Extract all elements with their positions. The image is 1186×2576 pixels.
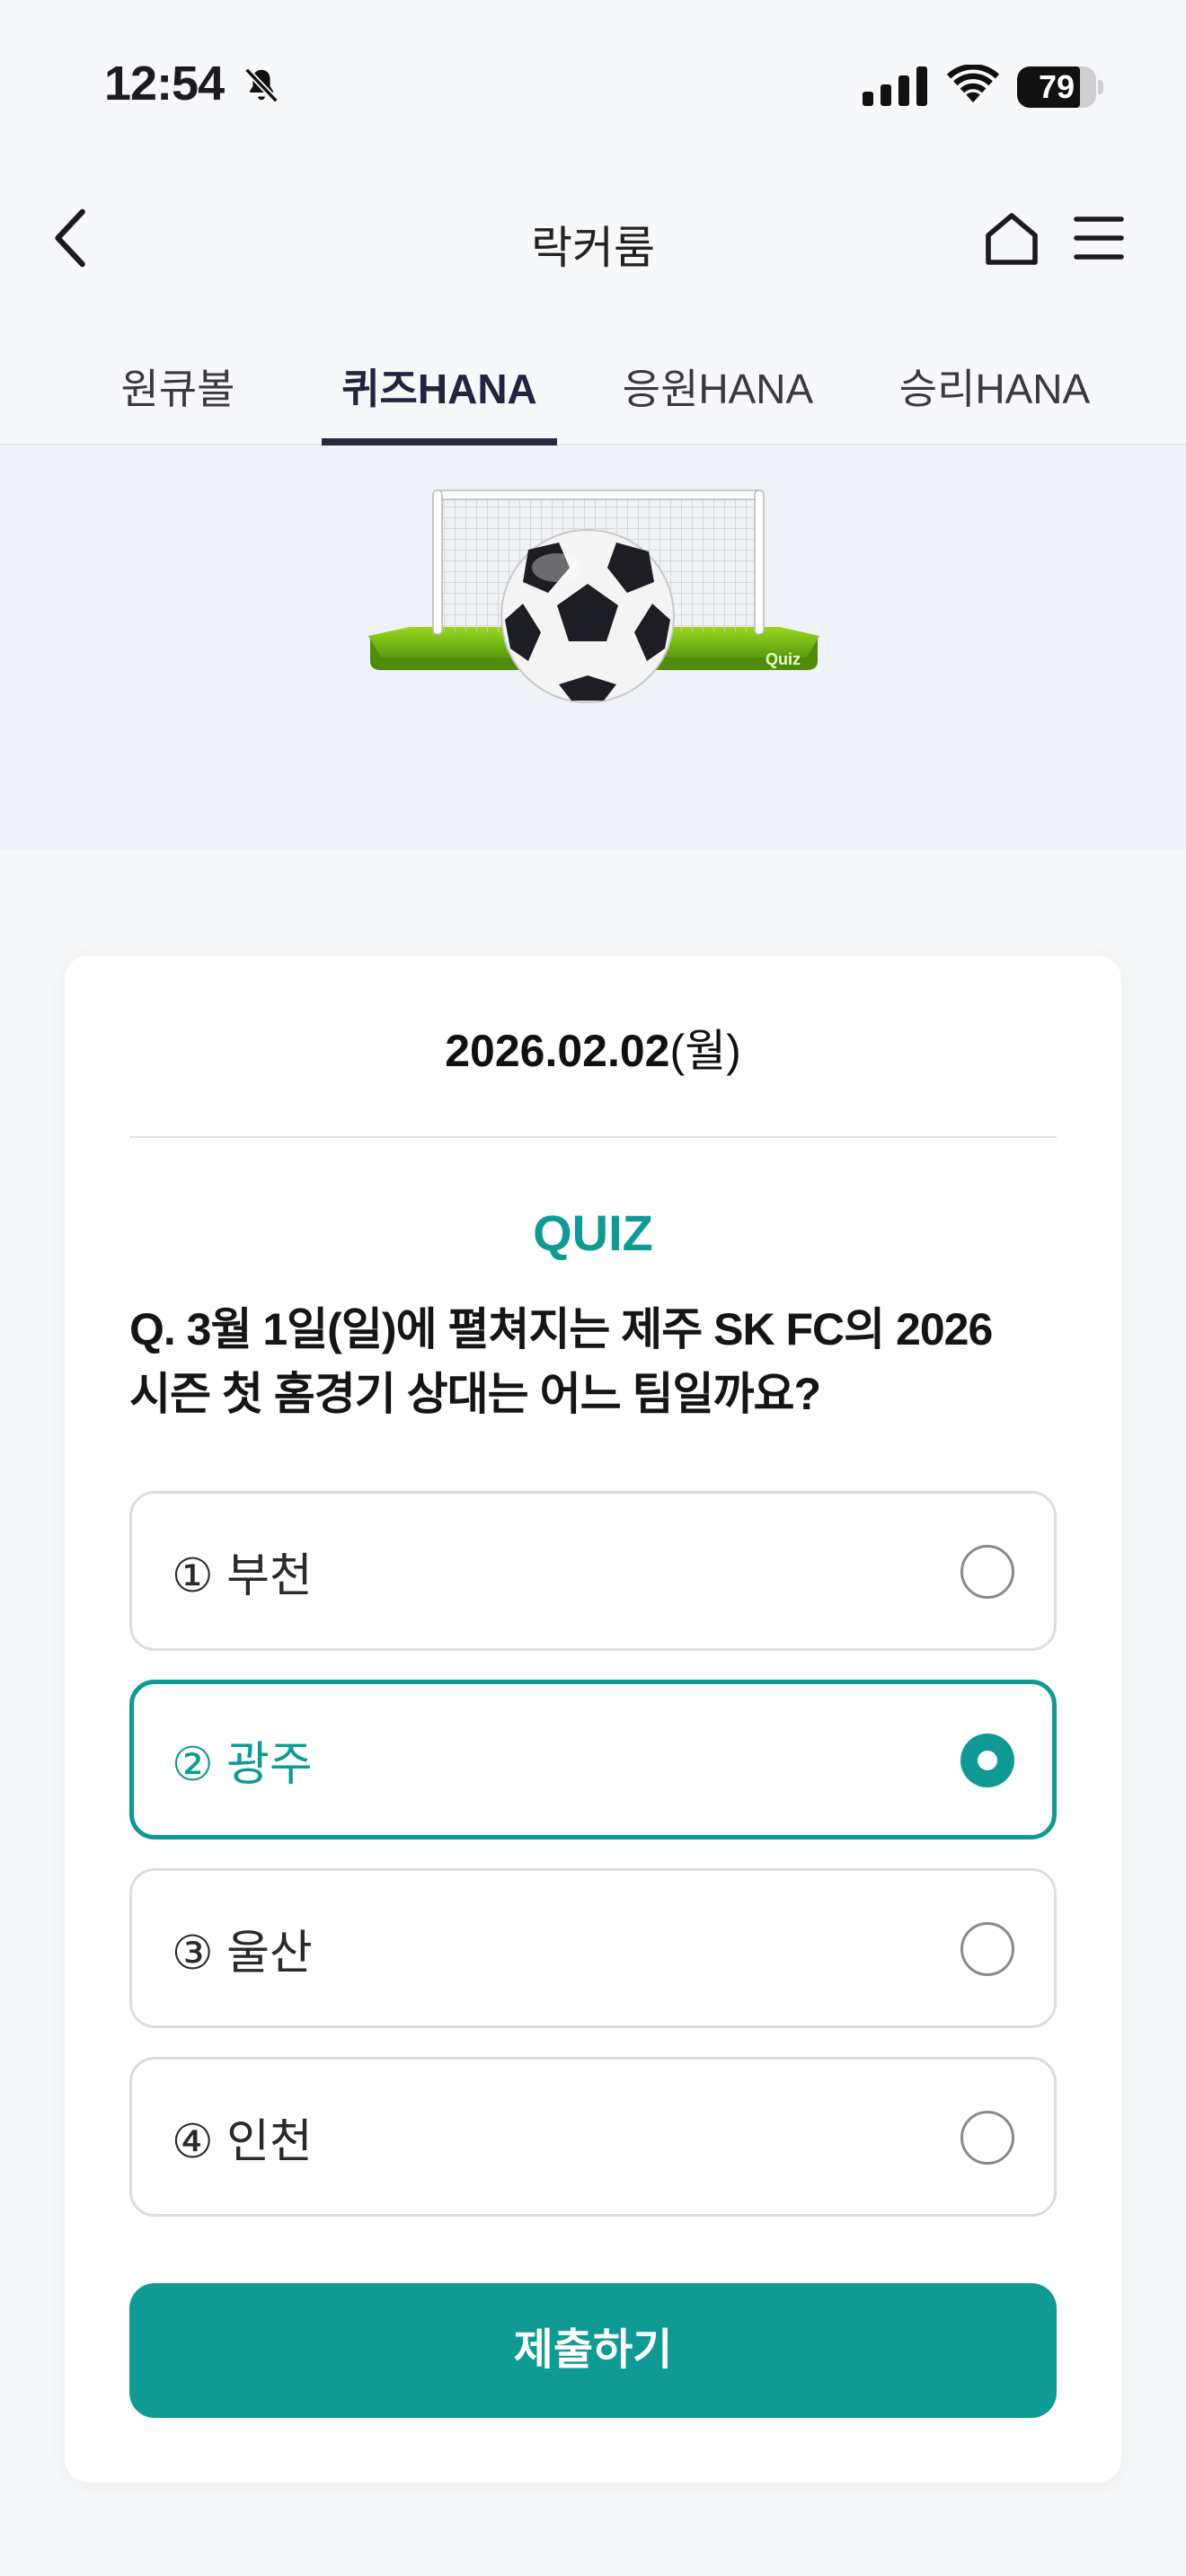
quiz-question: Q. 3월 1일(일)에 펼쳐지는 제주 SK FC의 2026 시즌 첫 홈경… [129,1297,1082,1426]
quiz-date: 2026.02.02(월) [0,1015,1186,1080]
quiz-label: QUIZ [533,1204,653,1261]
status-time: 12:54 [104,57,225,110]
home-icon[interactable] [983,210,1040,266]
wifi-icon [946,65,1000,103]
active-tab-indicator [322,438,557,446]
quiz-date-value: 2026.02.02 [445,1026,670,1076]
answer-option-3[interactable]: ③ 울산 [129,1868,1057,2028]
answer-option-label: ④ 인천 [172,2115,313,2168]
tab-onecue-ball[interactable]: 원큐볼 [88,341,268,446]
radio-button[interactable] [960,1545,1014,1599]
battery-icon: 79 [1017,66,1103,108]
tab-bar: 원큐볼 퀴즈HANA 응원HANA 승리HANA [0,341,1186,446]
tab-cheer-hana[interactable]: 응원HANA [600,341,836,446]
quiz-question-line-2: 시즌 첫 홈경기 상대는 어느 팀일까요? [129,1369,821,1419]
battery-level: 79 [1038,68,1075,105]
answer-option-2[interactable]: ② 광주 [129,1680,1057,1839]
divider [129,1136,1057,1138]
soccer-goal-illustration: Quiz [368,490,819,703]
banner-badge: Quiz [766,650,801,668]
hamburger-menu-icon[interactable] [1073,214,1125,262]
answer-option-label: ③ 울산 [172,1927,313,1980]
radio-button[interactable] [960,1922,1014,1976]
status-bar: 12:54 79 [0,0,1186,171]
answer-option-label: ② 광주 [172,1738,313,1791]
tab-victory-hana[interactable]: 승리HANA [877,341,1112,446]
bell-slash-icon [244,67,279,103]
quiz-question-line-1: Q. 3월 1일(일)에 펼쳐지는 제주 SK FC의 2026 [129,1304,993,1354]
radio-button[interactable] [960,2111,1014,2165]
tab-quiz-hana[interactable]: 퀴즈HANA [322,341,557,446]
answer-option-label: ① 부천 [172,1549,313,1602]
cellular-signal-icon [863,66,927,106]
submit-button[interactable]: 제출하기 [129,2283,1057,2418]
answer-option-4[interactable]: ④ 인천 [129,2057,1057,2217]
radio-button-selected[interactable] [960,1734,1014,1787]
answer-option-1[interactable]: ① 부천 [129,1491,1057,1651]
quiz-day-of-week: (월) [669,1026,741,1076]
